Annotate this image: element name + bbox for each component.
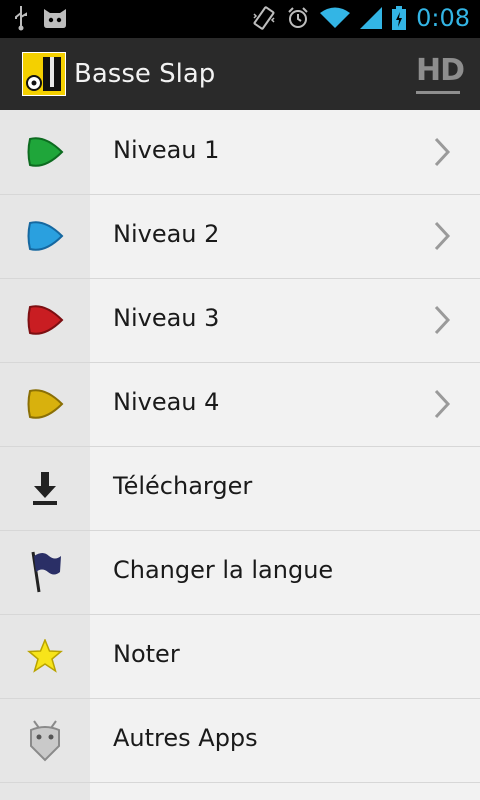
menu-item-niveau-3[interactable]: Niveau 3 xyxy=(0,278,480,363)
alarm-icon xyxy=(288,7,308,28)
hd-button[interactable]: HD xyxy=(416,55,465,94)
chevron-right-icon xyxy=(434,137,451,167)
menu-item-label: Niveau 1 xyxy=(113,136,220,164)
yellow-pick-icon xyxy=(25,385,65,423)
clock: 0:08 xyxy=(416,4,470,32)
status-right-icons: 0:08 xyxy=(252,4,470,32)
download-icon xyxy=(25,469,65,507)
menu-item-label: Changer la langue xyxy=(113,556,334,584)
menu-item-label: Télécharger xyxy=(113,472,253,500)
menu-item-label: Autres Apps xyxy=(113,724,258,752)
chevron-right-icon xyxy=(434,221,451,251)
chevron-right-icon xyxy=(434,305,451,335)
app-logo-icon xyxy=(23,53,65,95)
signal-icon xyxy=(360,7,383,29)
menu-item-telecharger[interactable]: Télécharger xyxy=(0,446,480,531)
status-bar: 0:08 xyxy=(0,0,480,38)
main-menu-list: Niveau 1 Niveau 2 Niveau 3 Niveau 4 Télé… xyxy=(0,110,480,800)
wifi-icon xyxy=(320,7,351,28)
android-icon xyxy=(25,720,65,762)
chevron-right-icon xyxy=(434,389,451,419)
vibrate-icon xyxy=(253,6,275,30)
menu-item-label: Noter xyxy=(113,640,180,668)
menu-item-niveau-4[interactable]: Niveau 4 xyxy=(0,362,480,447)
menu-item-changer-la-langue[interactable]: Changer la langue xyxy=(0,530,480,615)
action-bar: Basse Slap HD xyxy=(0,38,480,111)
green-pick-icon xyxy=(25,133,65,171)
battery-icon xyxy=(392,6,407,30)
star-icon xyxy=(25,637,65,675)
blue-pick-icon xyxy=(25,217,65,255)
usb-icon xyxy=(15,6,27,31)
menu-item-niveau-2[interactable]: Niveau 2 xyxy=(0,194,480,279)
menu-item-label: Niveau 3 xyxy=(113,304,220,332)
cyanogen-icon xyxy=(44,9,66,28)
menu-item-label: Niveau 2 xyxy=(113,220,220,248)
red-pick-icon xyxy=(25,301,65,339)
menu-item-autres-apps[interactable]: Autres Apps xyxy=(0,698,480,783)
flag-icon xyxy=(25,551,65,593)
app-icon[interactable] xyxy=(22,52,66,96)
menu-item-noter[interactable]: Noter xyxy=(0,614,480,699)
status-left-icons xyxy=(14,5,68,31)
menu-item-niveau-1[interactable]: Niveau 1 xyxy=(0,110,480,195)
menu-item-label: Niveau 4 xyxy=(113,388,220,416)
app-title: Basse Slap xyxy=(74,59,216,89)
